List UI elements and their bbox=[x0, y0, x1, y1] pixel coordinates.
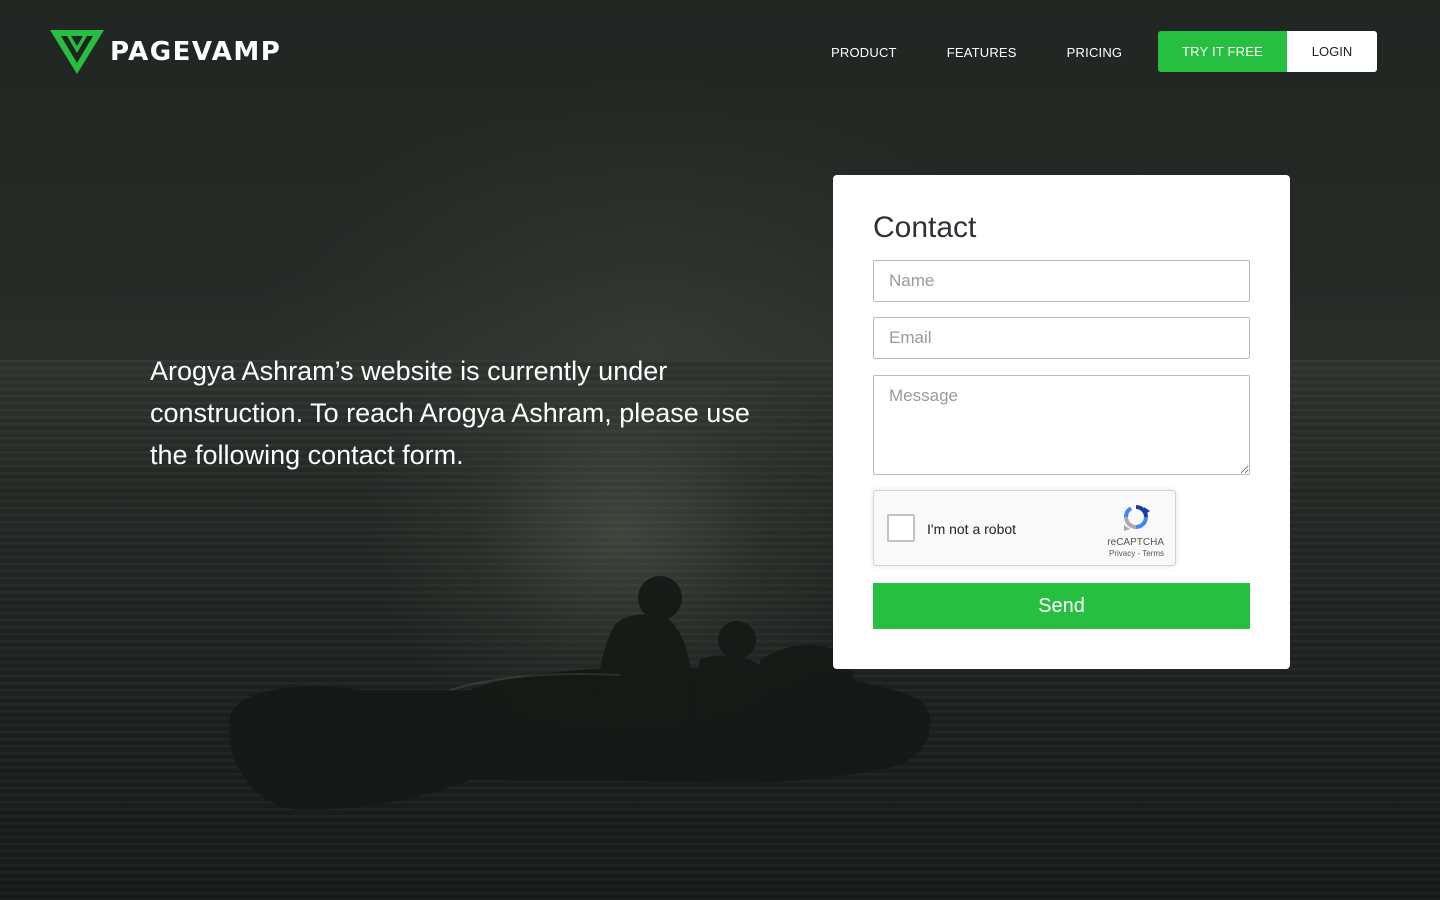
email-input[interactable] bbox=[873, 317, 1250, 359]
recaptcha-icon bbox=[1124, 505, 1150, 531]
recaptcha-brand: reCAPTCHA bbox=[1107, 537, 1164, 548]
contact-card: Contact I'm not a robot reCAPTCHA Privac… bbox=[833, 175, 1290, 669]
nav-pricing[interactable]: PRICING bbox=[1067, 45, 1123, 61]
login-button[interactable]: LOGIN bbox=[1287, 31, 1377, 72]
recaptcha-links[interactable]: Privacy - Terms bbox=[1109, 549, 1164, 558]
main-nav: PRODUCT FEATURES PRICING bbox=[831, 45, 1172, 61]
nav-product[interactable]: PRODUCT bbox=[831, 45, 897, 61]
message-textarea[interactable] bbox=[873, 375, 1250, 475]
contact-title: Contact bbox=[873, 211, 977, 244]
try-it-free-button[interactable]: TRY IT FREE bbox=[1158, 31, 1287, 72]
send-button[interactable]: Send bbox=[873, 583, 1250, 629]
pagevamp-logo-icon bbox=[50, 30, 104, 74]
recaptcha-checkbox[interactable] bbox=[887, 514, 915, 542]
name-input[interactable] bbox=[873, 260, 1250, 302]
recaptcha-widget: I'm not a robot reCAPTCHA Privacy - Term… bbox=[873, 490, 1176, 566]
nav-features[interactable]: FEATURES bbox=[947, 45, 1017, 61]
site-header: PAGEVAMP PRODUCT FEATURES PRICING TRY IT… bbox=[0, 0, 1440, 100]
recaptcha-label: I'm not a robot bbox=[927, 521, 1017, 537]
brand-name: PAGEVAMP bbox=[110, 37, 282, 67]
hero-message: Arogya Ashram’s website is currently und… bbox=[150, 356, 750, 470]
brand-logo[interactable]: PAGEVAMP bbox=[50, 30, 281, 74]
